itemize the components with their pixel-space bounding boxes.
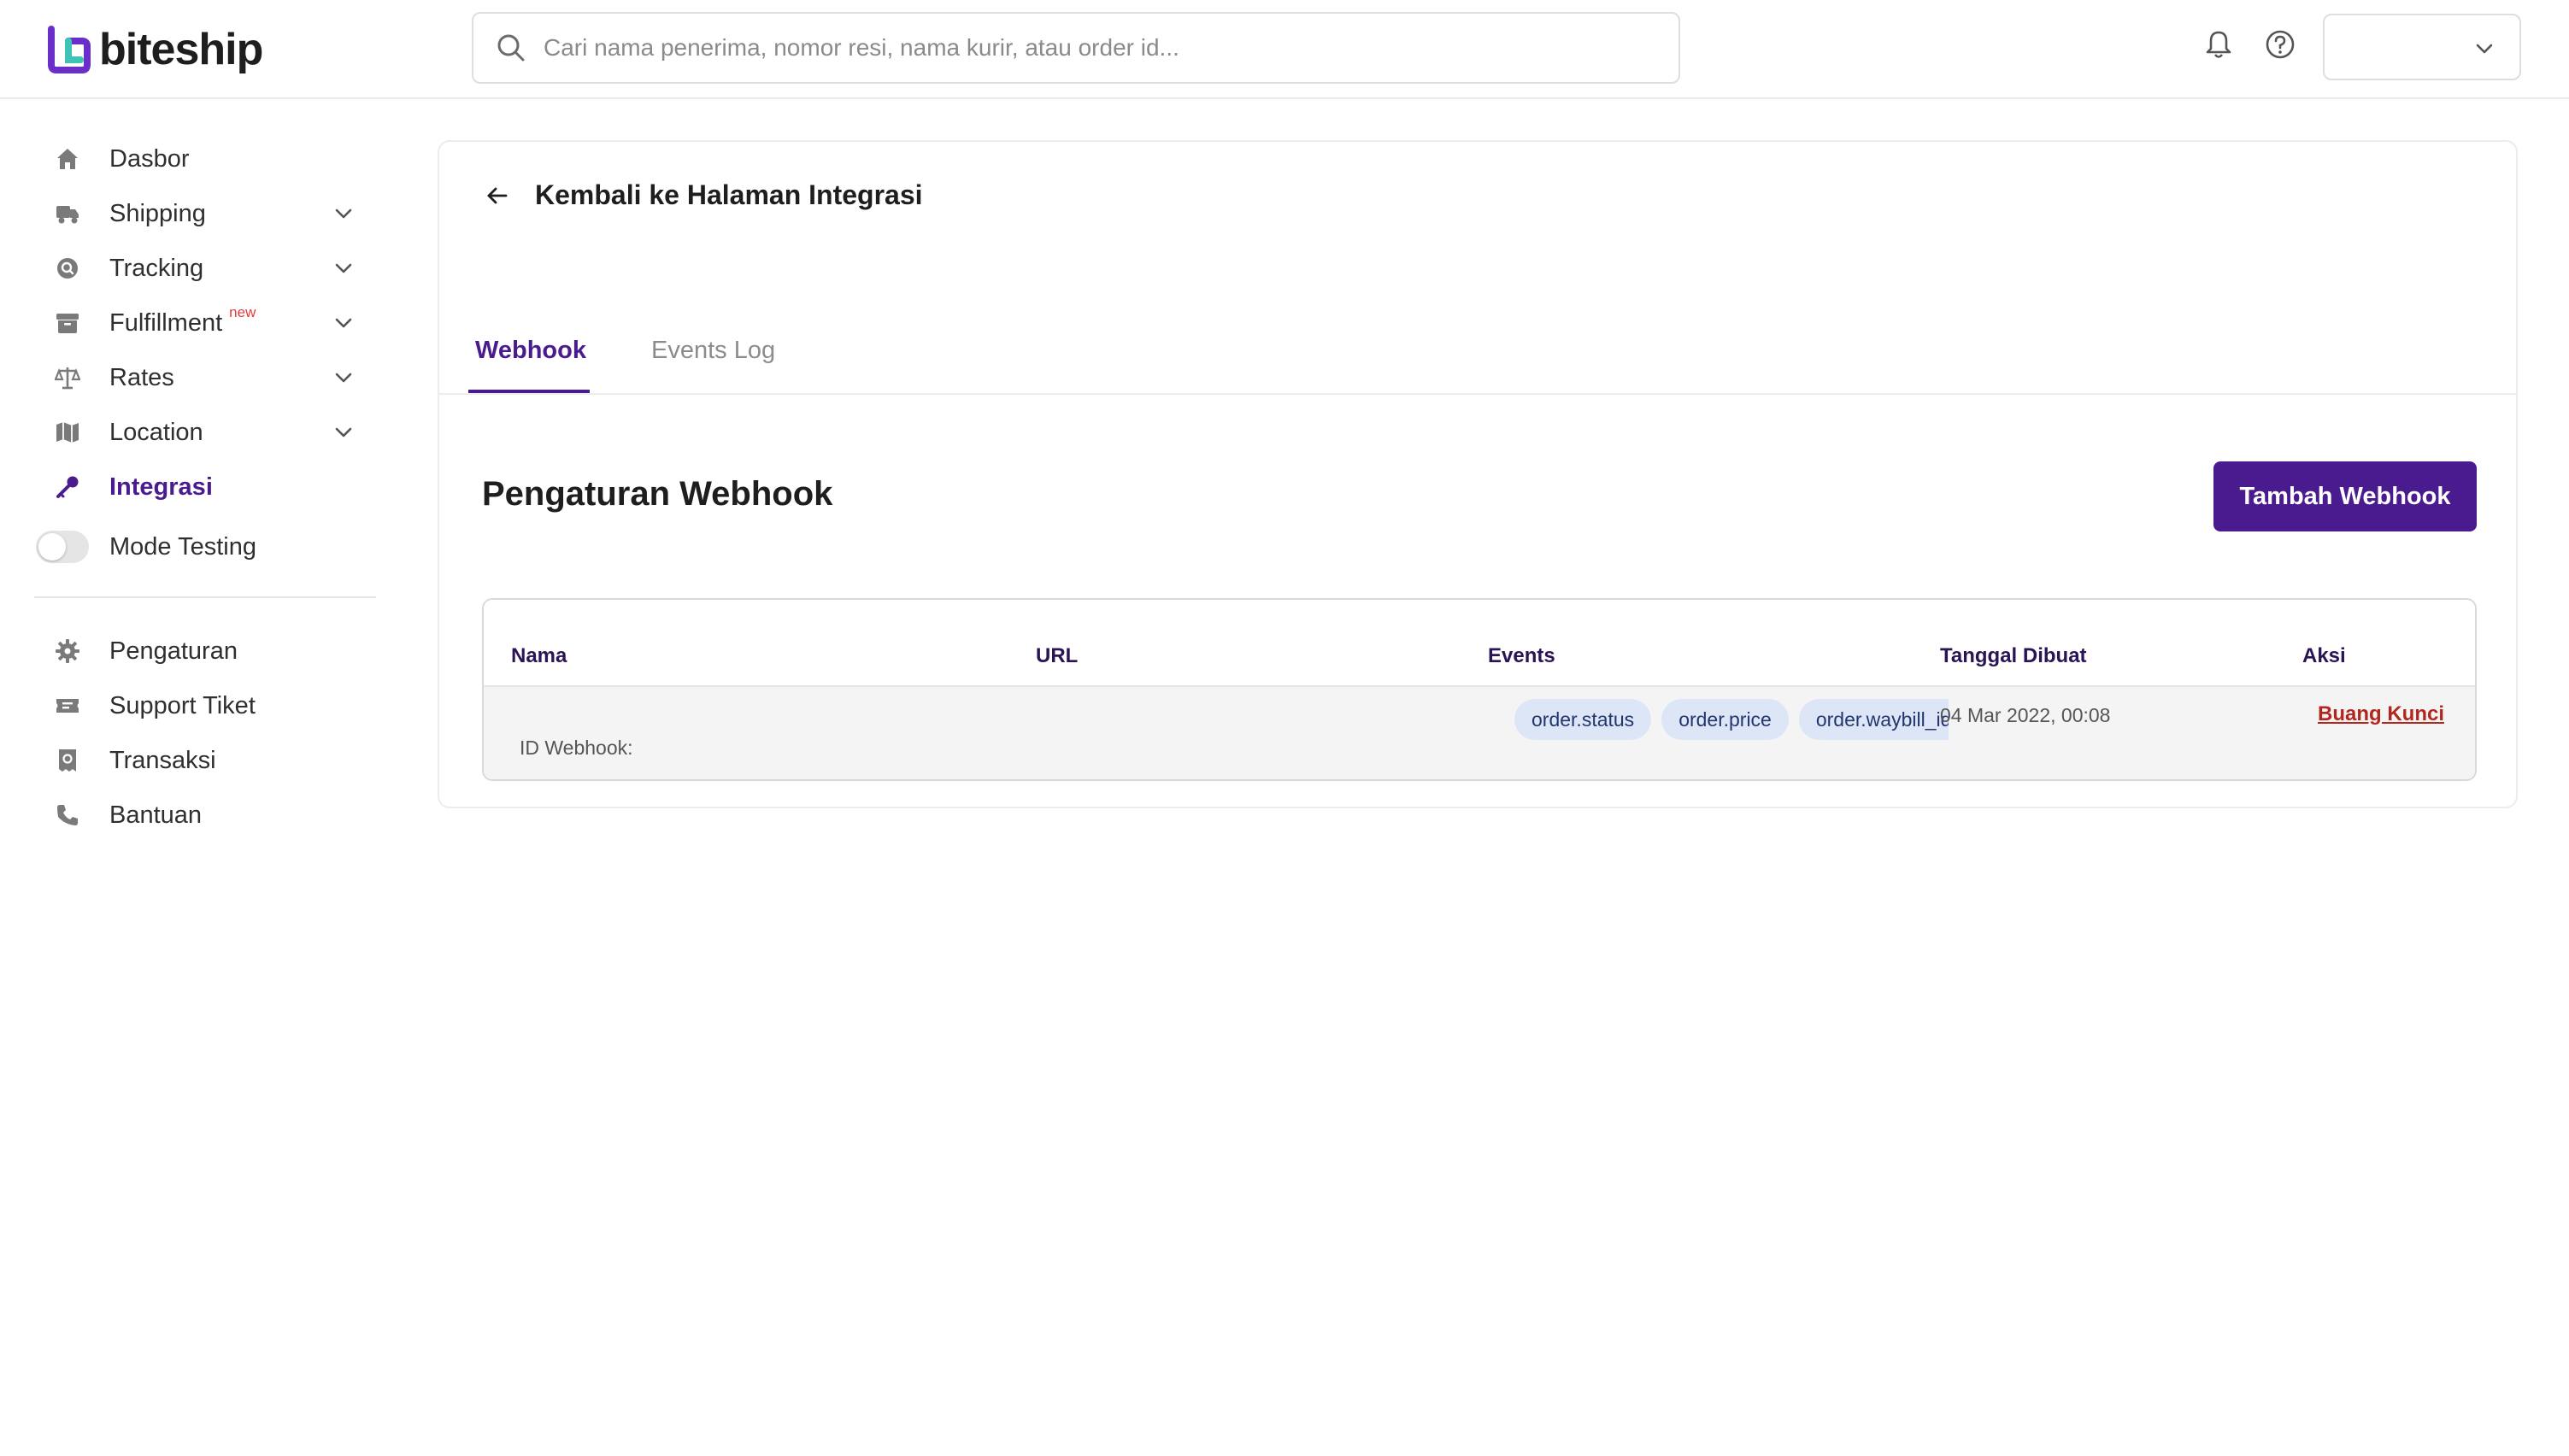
table-row: ID Webhook: order.status order.price order… [484, 687, 2475, 779]
key-icon [53, 473, 82, 502]
mode-testing-toggle[interactable] [36, 531, 89, 563]
receipt-icon [53, 746, 82, 775]
section-title: Pengaturan Webhook [482, 475, 833, 513]
buang-kunci-link[interactable]: Buang Kunci [2318, 702, 2444, 726]
sidebar-item-label: Support Tiket [109, 691, 256, 719]
tracking-icon [53, 254, 82, 283]
arrow-left-icon[interactable] [482, 180, 513, 211]
sidebar-item-label: Transaksi [109, 746, 216, 774]
sidebar-item-label: Dasbor [109, 144, 190, 173]
sidebar-item-rates[interactable]: Rates [34, 354, 376, 402]
sidebar-item-dasbor[interactable]: Dasbor [34, 135, 376, 183]
truck-icon [53, 199, 82, 228]
search-icon [497, 34, 525, 62]
chevron-down-icon [2476, 44, 2493, 54]
sidebar-item-transaksi[interactable]: Transaksi [34, 737, 376, 784]
chevron-down-icon[interactable] [332, 202, 356, 226]
sidebar-item-label: Bantuan [109, 801, 203, 829]
back-to-integrasi[interactable]: Kembali ke Halaman Integrasi [482, 179, 923, 211]
biteship-logo-icon [48, 26, 91, 73]
phone-icon [53, 801, 82, 830]
chevron-down-icon[interactable] [332, 256, 356, 280]
event-chip: order.waybill_id [1798, 699, 1949, 740]
event-chip: order.status [1514, 699, 1652, 740]
webhook-id-label: ID Webhook: [520, 737, 633, 759]
sidebar-item-fulfillment[interactable]: Fulfillment new [34, 299, 376, 347]
chevron-down-icon[interactable] [332, 366, 356, 390]
chevron-down-icon[interactable] [332, 420, 356, 444]
tab-events-log[interactable]: Events Log [651, 337, 775, 365]
sidebar-item-label: Rates [109, 363, 174, 391]
ticket-icon [53, 691, 82, 720]
home-icon [53, 144, 82, 173]
webhook-table: Nama URL Events Tanggal Dibuat Aksi ID W… [482, 598, 2477, 781]
search-bar[interactable] [472, 12, 1680, 84]
top-bar: biteship [0, 0, 2569, 99]
tab-webhook[interactable]: Webhook [475, 337, 586, 365]
sidebar-item-label: Pengaturan [109, 637, 238, 665]
sidebar-item-shipping[interactable]: Shipping [34, 190, 376, 238]
mode-testing-toggle-row[interactable]: Mode Testing [34, 523, 376, 571]
brand-logo[interactable]: biteship [48, 24, 263, 75]
gear-icon [53, 637, 82, 666]
column-header-tanggal-dibuat: Tanggal Dibuat [1940, 644, 2087, 667]
active-tab-indicator [468, 390, 590, 393]
help-icon[interactable] [2261, 26, 2299, 63]
sidebar-item-support-tiket[interactable]: Support Tiket [34, 682, 376, 730]
account-dropdown[interactable] [2323, 14, 2521, 80]
event-chips: order.status order.price order.waybill_id [1514, 699, 1949, 742]
sidebar-item-bantuan[interactable]: Bantuan [34, 791, 376, 839]
sidebar-item-label: Shipping [109, 199, 206, 227]
back-link-label[interactable]: Kembali ke Halaman Integrasi [535, 179, 923, 211]
table-header: Nama URL Events Tanggal Dibuat Aksi [484, 600, 2475, 687]
column-header-url: URL [1036, 644, 1079, 667]
sidebar-item-label: Integrasi [109, 473, 213, 501]
webhook-card: Kembali ke Halaman Integrasi Webhook Eve… [438, 140, 2518, 808]
column-header-nama: Nama [511, 644, 567, 667]
bell-icon[interactable] [2200, 26, 2237, 63]
search-input[interactable] [544, 34, 1655, 62]
sidebar-item-location[interactable]: Location [34, 408, 376, 456]
scale-icon [53, 363, 82, 392]
map-icon [53, 418, 82, 447]
sidebar-item-label: Location [109, 418, 203, 446]
column-header-aksi: Aksi [2302, 644, 2346, 667]
brand-name: biteship [99, 25, 263, 74]
toggle-knob [38, 533, 66, 561]
new-badge: new [229, 304, 256, 320]
add-webhook-button[interactable]: Tambah Webhook [2213, 461, 2477, 531]
created-date: 04 Mar 2022, 00:08 [1940, 704, 2111, 726]
sidebar-item-label: Tracking [109, 254, 204, 282]
tab-bar: Webhook Events Log [439, 313, 2516, 395]
sidebar-item-integrasi[interactable]: Integrasi [34, 463, 376, 511]
mode-testing-label: Mode Testing [109, 532, 256, 561]
archive-icon [53, 308, 82, 338]
sidebar-item-label: Fulfillment [109, 308, 223, 337]
sidebar-item-tracking[interactable]: Tracking [34, 244, 376, 292]
event-chip: order.price [1661, 699, 1789, 740]
column-header-events: Events [1488, 644, 1555, 667]
chevron-down-icon[interactable] [332, 311, 356, 335]
sidebar-divider [34, 596, 376, 598]
sidebar-item-pengaturan[interactable]: Pengaturan [34, 627, 376, 675]
